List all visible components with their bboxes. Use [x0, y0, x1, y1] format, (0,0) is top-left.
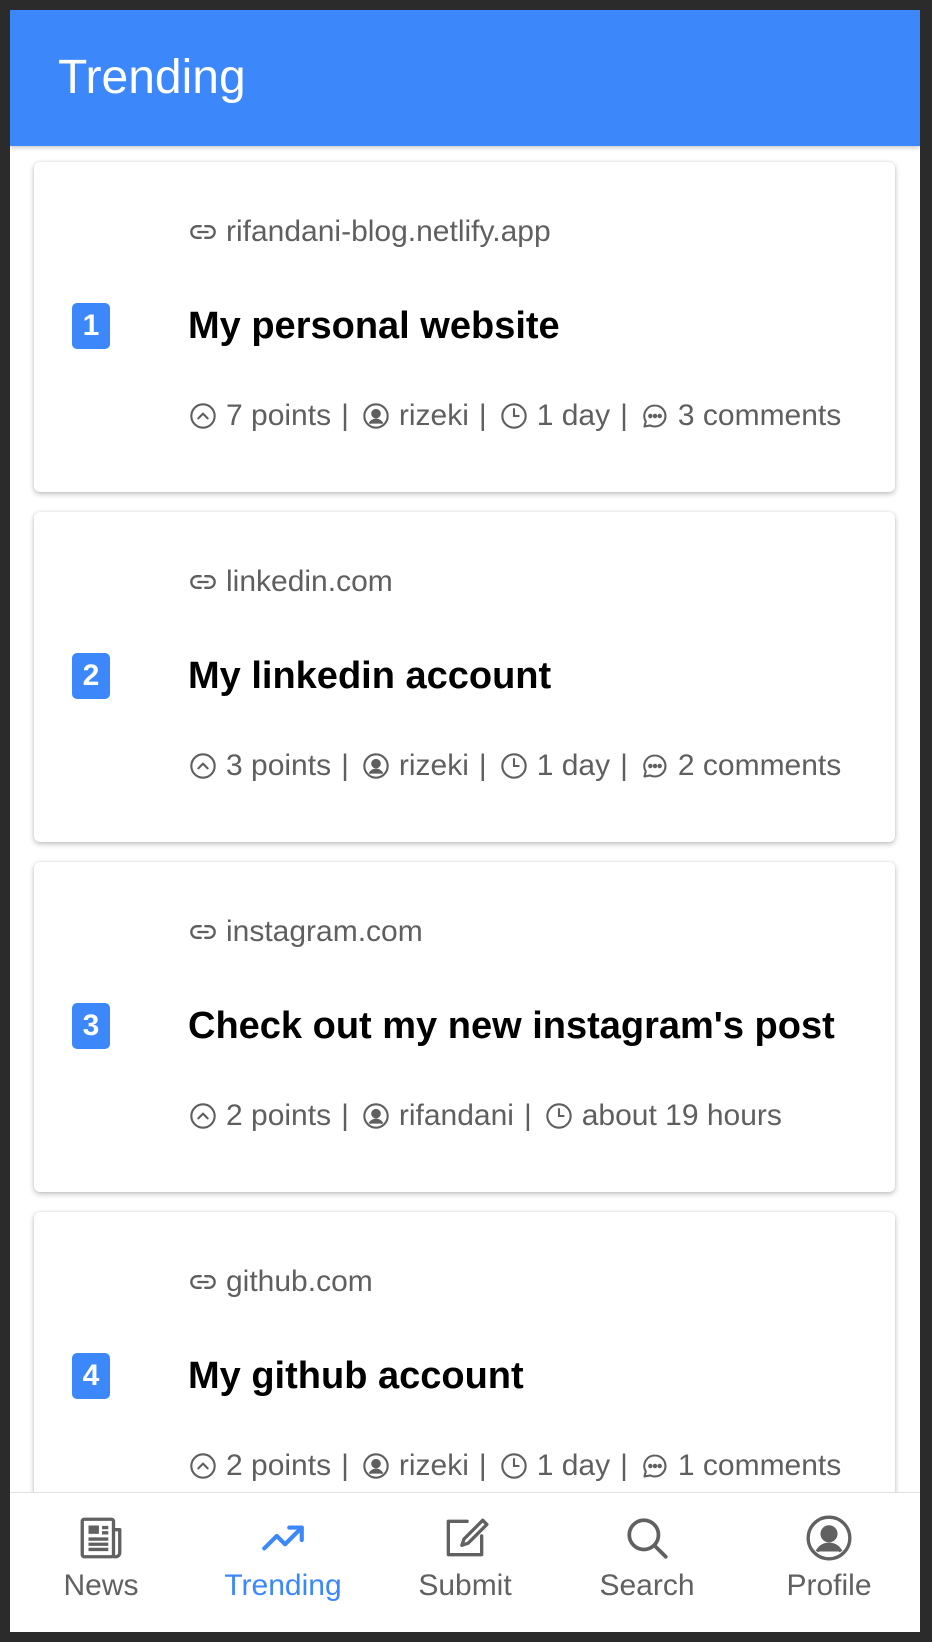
comment-icon: [640, 751, 670, 781]
page-title: Trending: [58, 51, 246, 104]
nav-profile-label: Profile: [786, 1569, 872, 1602]
post-card[interactable]: 3 instagram.com Check out my new instagr…: [34, 862, 895, 1192]
edit-square-icon: [440, 1513, 490, 1563]
bottom-navigation: News Trending Submit Search Profile: [10, 1492, 920, 1632]
nav-search[interactable]: Search: [556, 1493, 738, 1632]
post-author[interactable]: rizeki: [399, 1449, 469, 1483]
user-circle-icon: [804, 1513, 854, 1563]
meta-separator: |: [341, 749, 349, 782]
meta-separator: |: [620, 1449, 628, 1482]
user-circle-icon: [361, 1451, 391, 1481]
nav-profile[interactable]: Profile: [738, 1493, 920, 1632]
post-domain-link[interactable]: rifandani-blog.netlify.app: [188, 212, 551, 252]
nav-submit[interactable]: Submit: [374, 1493, 556, 1632]
meta-separator: |: [478, 399, 487, 432]
upvote-icon[interactable]: [188, 1451, 218, 1481]
post-comments[interactable]: 3 comments: [678, 399, 841, 433]
post-points: 2 points: [226, 1449, 332, 1482]
post-time: 1 day: [536, 399, 611, 432]
post-card[interactable]: 1 rifandani-blog.netlify.app My personal…: [34, 162, 895, 492]
nav-news[interactable]: News: [10, 1493, 192, 1632]
nav-trending[interactable]: Trending: [192, 1493, 374, 1632]
post-title[interactable]: My linkedin account: [188, 652, 551, 700]
post-meta: 3 points | rizeki | 1 day | 2 comments: [188, 744, 841, 788]
clock-icon: [499, 1451, 529, 1481]
post-domain: instagram.com: [226, 915, 423, 948]
post-domain-link[interactable]: github.com: [188, 1262, 373, 1302]
post-title[interactable]: My personal website: [188, 302, 560, 350]
post-domain-link[interactable]: linkedin.com: [188, 562, 393, 602]
meta-separator: |: [478, 749, 487, 782]
clock-icon: [499, 751, 529, 781]
clock-icon: [499, 401, 529, 431]
post-card[interactable]: 2 linkedin.com My linkedin account 3 poi…: [34, 512, 895, 842]
post-author[interactable]: rizeki: [399, 749, 469, 783]
user-circle-icon: [361, 401, 391, 431]
meta-separator: |: [523, 1099, 532, 1132]
post-points: 2 points: [226, 1099, 332, 1132]
post-comments[interactable]: 2 comments: [678, 749, 841, 783]
comment-icon: [640, 1451, 670, 1481]
post-comments[interactable]: 1 comments: [678, 1449, 841, 1483]
newspaper-icon: [76, 1513, 126, 1563]
post-author[interactable]: rifandani: [399, 1099, 514, 1133]
rank-badge: 2: [72, 653, 110, 699]
upvote-icon[interactable]: [188, 1101, 218, 1131]
trending-feed[interactable]: 1 rifandani-blog.netlify.app My personal…: [10, 146, 920, 1492]
nav-trending-label: Trending: [224, 1569, 342, 1602]
meta-separator: |: [620, 399, 628, 432]
user-circle-icon: [361, 1101, 391, 1131]
link-icon: [188, 1267, 218, 1297]
post-time: 1 day: [536, 1449, 611, 1482]
app-bar: Trending: [10, 10, 920, 146]
link-icon: [188, 567, 218, 597]
meta-separator: |: [341, 1449, 349, 1482]
clock-icon: [544, 1101, 574, 1131]
nav-search-label: Search: [599, 1569, 695, 1602]
meta-separator: |: [478, 1449, 487, 1482]
post-domain: linkedin.com: [226, 565, 393, 598]
user-circle-icon: [361, 751, 391, 781]
rank-badge: 1: [72, 303, 110, 349]
post-points: 7 points: [226, 399, 332, 432]
rank-badge: 4: [72, 1353, 110, 1399]
link-icon: [188, 917, 218, 947]
post-meta: 2 points | rizeki | 1 day | 1 comments: [188, 1444, 841, 1488]
post-card[interactable]: 4 github.com My github account 2 points …: [34, 1212, 895, 1492]
search-icon: [622, 1513, 672, 1563]
post-title[interactable]: Check out my new instagram's post: [188, 1002, 835, 1050]
trending-up-icon: [258, 1513, 308, 1563]
comment-icon: [640, 401, 670, 431]
post-points: 3 points: [226, 749, 332, 782]
meta-separator: |: [620, 749, 628, 782]
post-author[interactable]: rizeki: [399, 399, 469, 433]
rank-badge: 3: [72, 1003, 110, 1049]
meta-separator: |: [341, 1099, 349, 1132]
post-title[interactable]: My github account: [188, 1352, 524, 1400]
upvote-icon[interactable]: [188, 401, 218, 431]
post-domain-link[interactable]: instagram.com: [188, 912, 423, 952]
post-domain: rifandani-blog.netlify.app: [226, 215, 551, 248]
post-time: 1 day: [536, 749, 611, 782]
meta-separator: |: [341, 399, 349, 432]
app-screen: Trending 1 rifandani-blog.netlify.app My…: [10, 10, 920, 1632]
post-domain: github.com: [226, 1265, 373, 1298]
nav-news-label: News: [63, 1569, 139, 1602]
link-icon: [188, 217, 218, 247]
post-time: about 19 hours: [581, 1099, 782, 1132]
upvote-icon[interactable]: [188, 751, 218, 781]
post-meta: 2 points | rifandani | about 19 hours: [188, 1094, 782, 1138]
nav-submit-label: Submit: [418, 1569, 512, 1602]
post-meta: 7 points | rizeki | 1 day | 3 comments: [188, 394, 841, 438]
